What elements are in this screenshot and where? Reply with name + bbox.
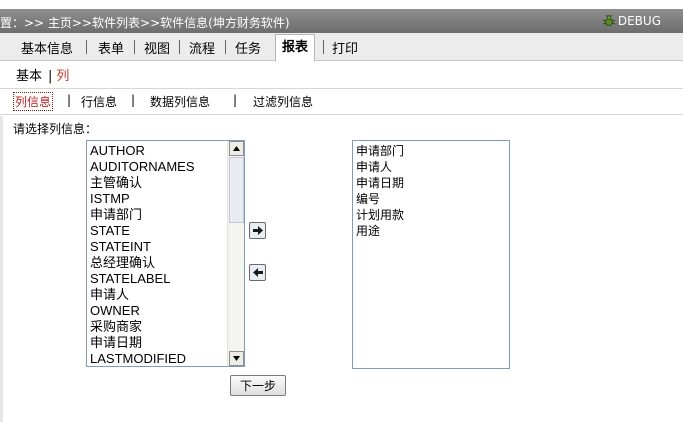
list-item[interactable]: 申请日期 [353, 175, 509, 191]
tab-separator [225, 40, 226, 54]
main-tab-bar: 基本信息 表单 视图 流程 任务 报表 打印 [0, 33, 683, 62]
left-edge [0, 116, 3, 422]
list-item[interactable]: 编号 [353, 191, 509, 207]
tab-column-info[interactable]: 列信息 [13, 92, 54, 111]
list-item[interactable]: 用途 [353, 223, 509, 239]
list-item[interactable]: 主管确认 [87, 175, 244, 191]
top-strip [0, 0, 683, 9]
remove-column-button[interactable] [249, 264, 266, 281]
list-item[interactable]: STATEINT [87, 239, 244, 255]
divider [0, 114, 683, 115]
list-item[interactable]: 申请部门 [87, 207, 244, 223]
divider [0, 88, 683, 89]
header-bar: 置：>> 主页>>软件列表>>软件信息(坤方财务软件) DEBUG [0, 9, 683, 33]
list-item[interactable]: 申请人 [87, 287, 244, 303]
scroll-down-button[interactable] [229, 351, 244, 366]
selected-columns-list[interactable]: 申请部门 申请人 申请日期 编号 计划用款 用途 [352, 140, 510, 369]
list-item[interactable]: STATELABEL [87, 271, 244, 287]
scrollbar-thumb[interactable] [229, 157, 244, 223]
bug-icon [602, 14, 616, 26]
tab-data-column-info[interactable]: 数据列信息 [150, 93, 210, 110]
tab-view[interactable]: 视图 [144, 38, 170, 57]
arrow-left-icon [252, 268, 263, 277]
list-item[interactable]: 总经理确认 [87, 255, 244, 271]
subtab-basic[interactable]: 基本 [16, 69, 42, 84]
tab-separator: | [131, 93, 136, 107]
arrow-up-icon [233, 146, 240, 151]
available-columns-list[interactable]: AUTHOR AUDITORNAMES 主管确认 ISTMP 申请部门 STAT… [86, 140, 245, 367]
scroll-up-button[interactable] [229, 141, 244, 156]
tab-separator [86, 40, 87, 54]
tab-task[interactable]: 任务 [235, 38, 261, 57]
list-item[interactable]: 申请日期 [87, 335, 244, 351]
tab-separator: | [233, 93, 238, 107]
list-item[interactable]: STATE [87, 223, 244, 239]
tab-row-info[interactable]: 行信息 [81, 93, 117, 110]
tab-separator [179, 40, 180, 54]
select-columns-label: 请选择列信息： [13, 122, 98, 136]
debug-label: DEBUG [617, 14, 661, 28]
tab-filter-column-info[interactable]: 过滤列信息 [253, 93, 313, 110]
tab-print[interactable]: 打印 [332, 38, 358, 57]
arrow-right-icon [252, 226, 263, 235]
list-item[interactable]: LASTMODIFIED [87, 351, 244, 366]
tab-basic-info[interactable]: 基本信息 [21, 38, 73, 57]
list-item[interactable]: AUTHOR [87, 143, 244, 159]
tab-flow[interactable]: 流程 [189, 38, 215, 57]
list-item[interactable]: ISTMP [87, 191, 244, 207]
debug-link[interactable]: DEBUG [602, 14, 661, 28]
tab-separator [323, 40, 324, 54]
subtab-separator: | [48, 69, 53, 84]
breadcrumb: 置：>> 主页>>软件列表>>软件信息(坤方财务软件) [0, 16, 290, 30]
tab-separator: | [67, 93, 72, 107]
list-item[interactable]: 申请部门 [353, 143, 509, 159]
subtab-column[interactable]: 列 [56, 69, 69, 84]
tab-report[interactable]: 报表 [275, 34, 316, 62]
list-item[interactable]: OWNER [87, 303, 244, 319]
list-item[interactable]: 计划用款 [353, 207, 509, 223]
arrow-down-icon [233, 356, 240, 361]
list-item[interactable]: AUDITORNAMES [87, 159, 244, 175]
tab-separator [134, 40, 135, 54]
list-item[interactable]: 申请人 [353, 159, 509, 175]
report-subtabs: 基本 | 列 [16, 65, 69, 84]
vertical-scrollbar[interactable] [227, 141, 244, 366]
list-item[interactable]: 采购商家 [87, 319, 244, 335]
next-step-button[interactable]: 下一步 [230, 375, 286, 396]
add-column-button[interactable] [249, 222, 266, 239]
tab-form[interactable]: 表单 [98, 38, 124, 57]
